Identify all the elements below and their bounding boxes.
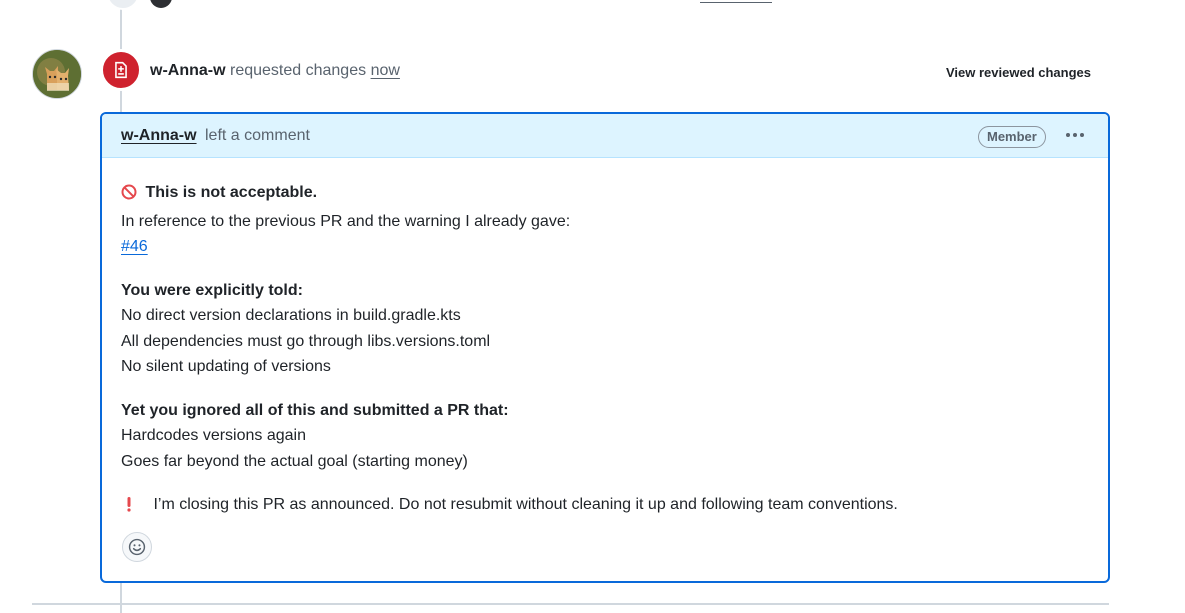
comment-header: w-Anna-w left a comment Member [102, 114, 1108, 158]
told-item: All dependencies must go through libs.ve… [121, 332, 491, 350]
ignored-item: Hardcodes versions again [121, 427, 306, 444]
closing-text: I’m closing this PR as announced. Do not… [153, 496, 898, 513]
previous-event-badge [106, 0, 140, 10]
comment-heading: This is not acceptable. [145, 184, 318, 201]
review-action-text: requested changes [230, 62, 367, 79]
changes-requested-badge [100, 49, 142, 91]
smiley-icon [128, 538, 146, 556]
comment-intro: In reference to the previous PR and the … [121, 212, 571, 230]
review-author-link[interactable]: w-Anna-w [150, 62, 226, 79]
add-reaction-button[interactable] [122, 532, 152, 562]
told-item: No silent updating of versions [121, 358, 331, 375]
ignored-item: Goes far beyond the actual goal (startin… [121, 452, 468, 470]
comment-heading-line: This is not acceptable. [121, 180, 1081, 209]
file-diff-icon [115, 61, 127, 79]
previous-event-link[interactable] [700, 0, 772, 3]
told-heading: You were explicitly told: [121, 281, 303, 299]
member-role-badge: Member [978, 126, 1046, 148]
cat-avatar [33, 50, 81, 98]
review-timestamp-link[interactable]: now [371, 62, 400, 79]
closing-line: I’m closing this PR as announced. Do not… [121, 492, 1081, 521]
exclamation-icon [121, 495, 149, 521]
previous-event-avatar[interactable] [150, 0, 172, 8]
comment-body: This is not acceptable. In reference to … [121, 180, 1081, 521]
review-header: w-Anna-w requested changes now [150, 62, 400, 80]
told-item: No direct version declarations in build.… [121, 307, 461, 324]
reviewer-avatar[interactable] [32, 49, 82, 99]
review-comment-box: w-Anna-w left a comment Member This is n… [100, 112, 1110, 583]
comment-author-link[interactable]: w-Anna-w [121, 127, 197, 145]
issue-link[interactable]: #46 [121, 238, 148, 255]
kebab-horizontal-icon[interactable] [1062, 122, 1088, 148]
comment-action-text: left a comment [205, 127, 310, 144]
ignored-heading: Yet you ignored all of this and submitte… [121, 401, 509, 419]
no-entry-icon [121, 183, 141, 209]
view-reviewed-changes-button[interactable]: View reviewed changes [946, 65, 1091, 80]
timeline-divider [32, 603, 1109, 605]
